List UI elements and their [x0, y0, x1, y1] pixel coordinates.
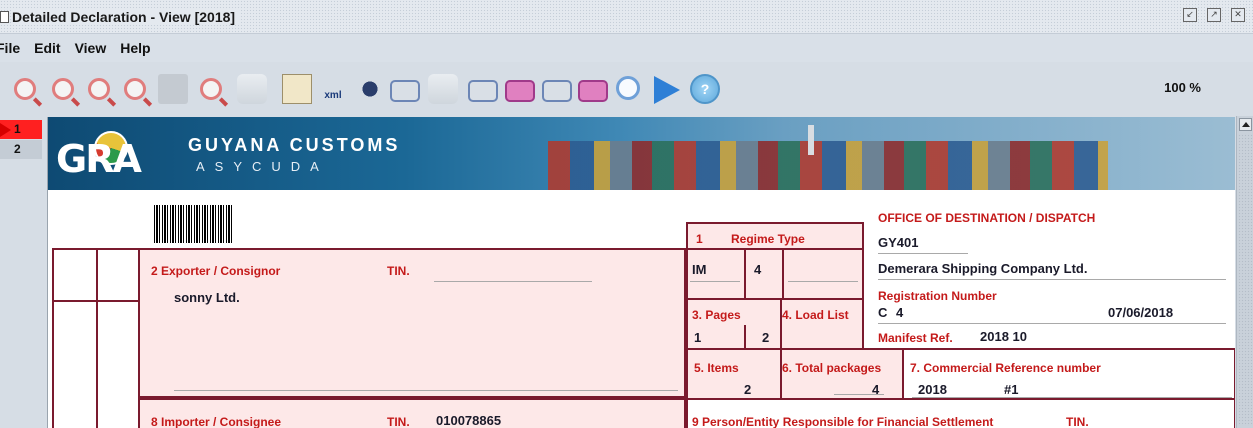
container-ship-image: [548, 141, 1108, 190]
current-page-arrow-icon: [0, 123, 11, 137]
search-icon[interactable]: [616, 76, 640, 100]
menu-bar: File Edit View Help: [0, 34, 1253, 62]
menu-help[interactable]: Help: [120, 40, 150, 56]
logo-text: GRA: [56, 137, 142, 181]
packages-value: 4: [872, 382, 880, 397]
print-icon[interactable]: [390, 80, 420, 102]
form-divider: [782, 248, 784, 300]
office-label: OFFICE OF DESTINATION / DISPATCH: [878, 211, 1096, 225]
packages-label: 6. Total packages: [782, 361, 882, 375]
play-icon[interactable]: [654, 76, 680, 104]
form-divider: [744, 248, 746, 300]
close-icon[interactable]: ✕: [1231, 8, 1245, 22]
regime-field-line: [788, 281, 858, 282]
gra-logo: GRA: [56, 123, 186, 185]
zoom-next-icon[interactable]: [88, 78, 110, 100]
financial-tin-label: TIN.: [1066, 415, 1089, 428]
load-list-box: [780, 298, 864, 350]
form-view-icon[interactable]: [282, 74, 312, 104]
manifest-value: 2018 10: [980, 329, 1027, 344]
pages-label: 3. Pages: [692, 308, 741, 322]
registration-date: 07/06/2018: [1108, 305, 1174, 320]
exporter-tin-label: TIN.: [387, 264, 410, 278]
registration-label: Registration Number: [878, 289, 997, 303]
window-controls: ↙ ↗ ✕: [1183, 8, 1245, 22]
exporter-address-field[interactable]: [174, 390, 678, 391]
office-code-line: [878, 253, 968, 254]
page-tab-2[interactable]: 2: [0, 140, 42, 159]
zoom-previous-icon[interactable]: [52, 78, 74, 100]
window-title: Detailed Declaration - View [2018]: [12, 9, 240, 25]
scroll-track[interactable]: [1238, 134, 1253, 426]
page-navigator: 1 2: [0, 116, 46, 428]
banner-title: GUYANA CUSTOMS: [188, 135, 401, 155]
pages-total: 2: [762, 330, 770, 345]
export-xml-icon[interactable]: xml: [318, 76, 348, 106]
load-list-label: 4. Load List: [782, 308, 849, 322]
document-icon: [0, 11, 9, 23]
title-bar: Detailed Declaration - View [2018] ↙ ↗ ✕: [0, 0, 1253, 34]
regime-field-line: [690, 281, 740, 282]
regime-sub: 4: [754, 262, 762, 277]
pages-current: 1: [694, 330, 702, 345]
exporter-tin-field[interactable]: [434, 281, 592, 282]
maximize-icon[interactable]: ↗: [1207, 8, 1221, 22]
registration-number: 4: [896, 305, 904, 320]
importer-tin: 010078865: [436, 413, 502, 428]
financial-label: 9 Person/Entity Responsible for Financia…: [692, 415, 994, 428]
form-top-border: [52, 248, 140, 250]
carrier-name: Demerara Shipping Company Ltd.: [878, 261, 1088, 276]
barcode: [154, 205, 234, 243]
importer-tin-label: TIN.: [387, 415, 410, 428]
crane-image: [808, 125, 814, 155]
registration-prefix: C: [878, 305, 888, 320]
office-code: GY401: [878, 235, 919, 250]
form-divider: [744, 325, 746, 350]
form-divider: [96, 248, 98, 428]
declaration-document: GRA GUYANA CUSTOMS ASYCUDA 2 Exporter / …: [47, 117, 1235, 428]
toolbar: xml ?: [0, 62, 1253, 114]
scroll-up-icon[interactable]: [1239, 118, 1252, 131]
print-all-icon[interactable]: [578, 80, 608, 102]
form-divider: [52, 300, 140, 302]
commercial-ref-year: 2018: [918, 382, 947, 397]
zoom-disabled-icon[interactable]: [158, 74, 188, 104]
regime-code: IM: [692, 262, 707, 277]
exporter-label: 2 Exporter / Consignor: [151, 264, 281, 278]
zoom-last-icon[interactable]: [124, 78, 146, 100]
help-icon[interactable]: ?: [690, 74, 720, 104]
items-label: 5. Items: [694, 361, 739, 375]
manifest-label: Manifest Ref.: [878, 331, 953, 345]
minimize-icon[interactable]: ↙: [1183, 8, 1197, 22]
zoom-fit-icon[interactable]: [200, 78, 222, 100]
registration-line: [878, 323, 1226, 324]
zoom-first-page-icon[interactable]: [14, 78, 36, 100]
blank-print-icon[interactable]: [428, 74, 458, 104]
exporter-name: sonny Ltd.: [174, 290, 240, 305]
banner-subtitle: ASYCUDA: [196, 159, 329, 174]
customs-banner: GRA GUYANA CUSTOMS ASYCUDA: [48, 117, 1235, 190]
expand-icon[interactable]: [355, 74, 385, 104]
menu-view[interactable]: View: [75, 40, 107, 56]
regime-number: 1: [696, 232, 703, 246]
form-divider: [686, 248, 864, 250]
commercial-ref-number: #1: [1004, 382, 1019, 397]
print-preview-icon[interactable]: [468, 80, 498, 102]
vertical-scrollbar[interactable]: [1236, 116, 1253, 428]
importer-label: 8 Importer / Consignee: [151, 415, 282, 428]
print-page-icon[interactable]: [542, 80, 572, 102]
blank-tool-icon[interactable]: [237, 74, 267, 104]
commercial-ref-label: 7. Commercial Reference number: [910, 361, 1101, 375]
menu-edit[interactable]: Edit: [34, 40, 60, 56]
items-value: 2: [744, 382, 752, 397]
form-left-border: [52, 248, 54, 428]
print-pink-icon[interactable]: [505, 80, 535, 102]
menu-file[interactable]: File: [0, 40, 20, 56]
zoom-level: 100 %: [1164, 80, 1201, 95]
regime-type-label: Regime Type: [731, 232, 805, 246]
carrier-line: [878, 279, 1226, 280]
